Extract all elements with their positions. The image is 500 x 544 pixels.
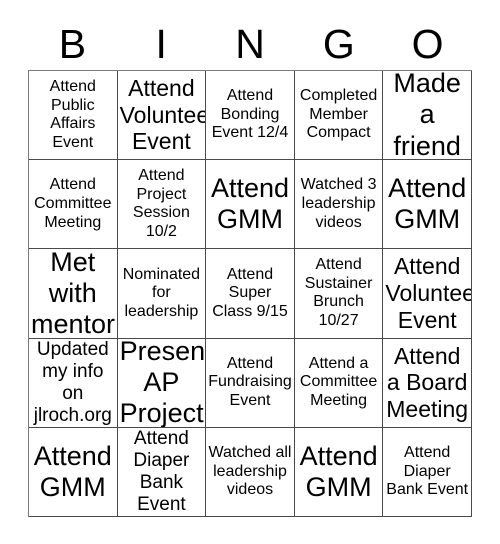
bingo-cell-r1c4[interactable]: Completed Member Compact bbox=[294, 71, 384, 161]
bingo-cell-r1c1[interactable]: Attend Public Affairs Event bbox=[29, 71, 118, 161]
bingo-cell-r2c1[interactable]: Attend Committee Meeting bbox=[29, 160, 118, 250]
bingo-cell-r4c4[interactable]: Attend a Committee Meeting bbox=[294, 338, 384, 428]
bingo-cell-label: Attend Volunteer Event bbox=[385, 253, 471, 333]
bingo-cell-r3c2[interactable]: Nominated for leadership bbox=[117, 249, 207, 339]
bingo-cell-label: Attend Bonding Event 12/4 bbox=[211, 87, 289, 142]
bingo-cell-r5c4[interactable]: Attend GMM bbox=[294, 427, 384, 517]
bingo-cell-label: Updated my info on jlroch.org bbox=[33, 338, 112, 426]
bingo-cell-label: Watched 3 leadership videos bbox=[300, 176, 377, 231]
bingo-card: B I N G O Attend Public Affairs Event Att… bbox=[0, 0, 500, 544]
bingo-cell-label: Attend GMM bbox=[299, 440, 378, 502]
bingo-cell-label: Attend GMM bbox=[33, 440, 112, 502]
bingo-cell-r1c5[interactable]: Made a friend bbox=[383, 71, 472, 161]
bingo-cell-label: Attend Sustainer Brunch 10/27 bbox=[304, 256, 373, 330]
bingo-cell-r5c5[interactable]: Attend Diaper Bank Event bbox=[383, 427, 472, 517]
bingo-cell-r2c4[interactable]: Watched 3 leadership videos bbox=[294, 160, 384, 250]
bingo-cell-label: Made a friend bbox=[393, 71, 461, 161]
bingo-cell-r1c2[interactable]: Attend Volunteer Event bbox=[117, 71, 207, 161]
bingo-cell-label: Attend GMM bbox=[210, 172, 290, 235]
bingo-cell-r4c3[interactable]: Attend Fundraising Event bbox=[206, 338, 295, 428]
header-letter-g: G bbox=[322, 20, 355, 67]
bingo-cell-label: Attend Volunteer Event bbox=[119, 75, 206, 155]
bingo-cell-r3c1[interactable]: Met with mentor bbox=[29, 249, 118, 339]
bingo-cell-label: Present AP Project bbox=[119, 338, 207, 428]
bingo-cell-label: Attend Public Affairs Event bbox=[49, 78, 96, 151]
header-letter-o: O bbox=[411, 20, 444, 67]
bingo-cell-r2c5[interactable]: Attend GMM bbox=[383, 160, 472, 250]
bingo-cell-label: Met with mentor bbox=[31, 249, 116, 339]
header-letter-n: N bbox=[235, 20, 265, 67]
bingo-cell-r3c5[interactable]: Attend Volunteer Event bbox=[383, 249, 472, 339]
bingo-grid: Attend Public Affairs Event Attend Volunt… bbox=[28, 70, 472, 517]
bingo-cell-label: Attend GMM bbox=[388, 172, 467, 235]
bingo-cell-r4c2[interactable]: Present AP Project bbox=[117, 338, 207, 428]
bingo-cell-label: Attend Diaper Bank Event bbox=[133, 427, 190, 515]
bingo-cell-label: Attend a Board Meeting bbox=[386, 342, 469, 423]
bingo-cell-r3c4[interactable]: Attend Sustainer Brunch 10/27 bbox=[294, 249, 384, 339]
bingo-cell-label: Attend a Committee Meeting bbox=[299, 354, 378, 409]
bingo-cell-label: Attend Diaper Bank Event bbox=[386, 444, 469, 499]
bingo-cell-r1c3[interactable]: Attend Bonding Event 12/4 bbox=[206, 71, 295, 161]
header-letter-i: I bbox=[155, 20, 167, 67]
bingo-cell-label: Attend Super Class 9/15 bbox=[212, 265, 288, 320]
bingo-cell-label: Nominated for leadership bbox=[122, 265, 201, 320]
bingo-cell-label: Watched all leadership videos bbox=[208, 444, 292, 499]
bingo-cell-label: Attend Committee Meeting bbox=[34, 176, 112, 231]
bingo-cell-r2c3[interactable]: Attend GMM bbox=[206, 160, 295, 250]
bingo-cell-r5c3[interactable]: Watched all leadership videos bbox=[206, 427, 295, 517]
bingo-cell-label: Attend Fundraising Event bbox=[208, 354, 292, 409]
bingo-cell-r4c5[interactable]: Attend a Board Meeting bbox=[383, 338, 472, 428]
bingo-cell-label: Completed Member Compact bbox=[299, 87, 378, 142]
bingo-cell-label: Attend Project Session 10/2 bbox=[132, 167, 190, 240]
bingo-cell-r5c1[interactable]: Attend GMM bbox=[29, 427, 118, 517]
bingo-cell-r4c1[interactable]: Updated my info on jlroch.org bbox=[29, 338, 118, 428]
bingo-header: B I N G O bbox=[28, 18, 472, 70]
bingo-cell-r5c2[interactable]: Attend Diaper Bank Event bbox=[117, 427, 207, 517]
header-letter-b: B bbox=[58, 20, 87, 67]
bingo-cell-r3c3[interactable]: Attend Super Class 9/15 bbox=[206, 249, 295, 339]
bingo-cell-r2c2[interactable]: Attend Project Session 10/2 bbox=[117, 160, 207, 250]
